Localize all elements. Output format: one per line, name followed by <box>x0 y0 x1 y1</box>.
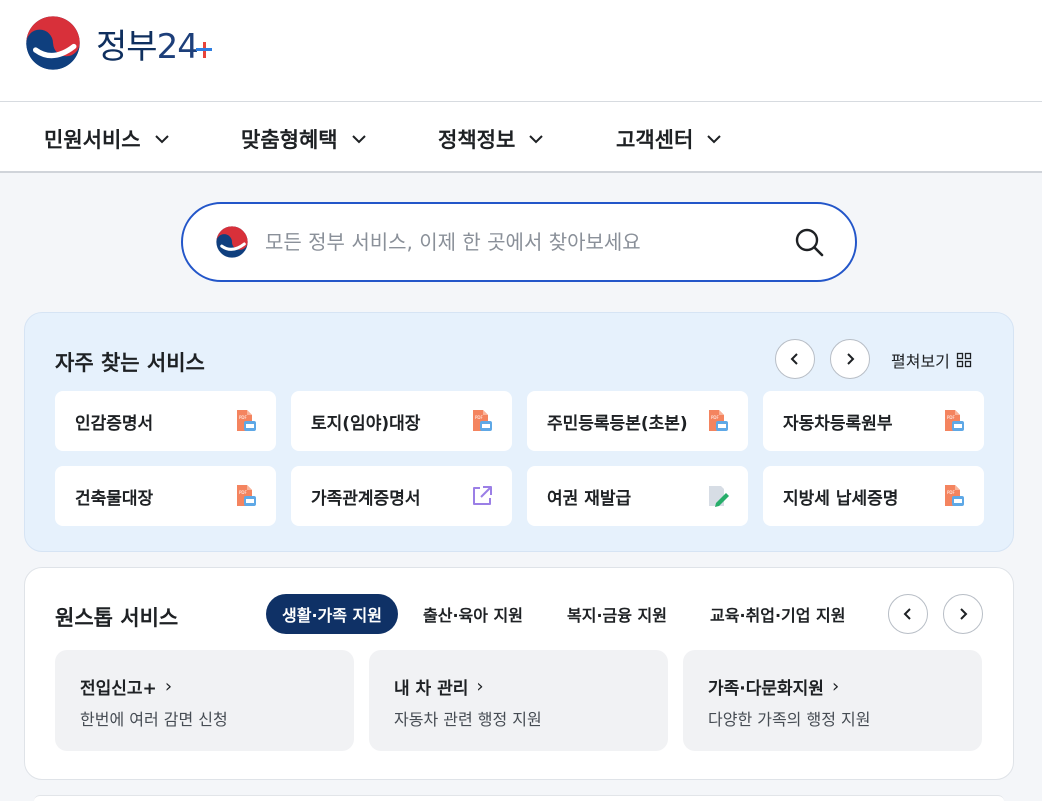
service-label: 인감증명서 <box>75 414 154 434</box>
service-item[interactable]: 가족관계증명서 <box>291 466 512 526</box>
section-title: 원스톱 서비스 <box>55 606 179 630</box>
chevron-down-icon <box>529 135 543 144</box>
gov24-logo[interactable]: 정부 24 <box>24 14 212 72</box>
site-header: 정부 24 <box>0 0 1042 102</box>
frequent-services-panel: 자주 찾는 서비스 펼쳐보기 인감증명서 PDF 토지(임야)대장 PDF 주민… <box>24 312 1014 552</box>
nav-label: 민원서비스 <box>44 128 141 152</box>
service-item[interactable]: 토지(임야)대장 PDF <box>291 391 512 451</box>
pdf-doc-icon: PDF <box>945 485 964 506</box>
next-section-edge <box>34 795 1004 801</box>
chevron-right-icon: › <box>831 676 840 697</box>
service-item[interactable]: 자동차등록원부 PDF <box>763 391 984 451</box>
chevron-right-icon: › <box>476 676 484 697</box>
service-label: 토지(임야)대장 <box>311 414 421 434</box>
external-link-icon <box>473 486 492 505</box>
tab-label: 복지·금융 지원 <box>567 606 667 625</box>
taegeuk-emblem-icon <box>26 16 80 70</box>
nav-label: 정책정보 <box>438 128 516 152</box>
service-item[interactable]: 지방세 납세증명 PDF <box>763 466 984 526</box>
card-title: 내 차 관리 <box>394 679 469 699</box>
tab-label: 교육·취업·기업 지원 <box>710 606 846 625</box>
chevron-down-icon <box>351 135 366 144</box>
chevron-right-icon <box>960 608 968 620</box>
edit-doc-icon <box>709 486 729 507</box>
tab-label: 출산·육아 지원 <box>423 606 523 625</box>
next-button[interactable] <box>943 594 983 634</box>
nav-label: 맞춤형혜택 <box>241 128 338 152</box>
service-item[interactable]: 주민등록등본(초본) PDF <box>527 391 748 451</box>
service-label: 자동차등록원부 <box>783 414 893 434</box>
service-item[interactable]: 인감증명서 PDF <box>55 391 276 451</box>
pdf-doc-icon: PDF <box>237 410 256 431</box>
chevron-right-icon: › <box>164 676 173 697</box>
svg-text:PDF: PDF <box>947 415 955 420</box>
chevron-left-icon <box>903 608 911 620</box>
search-input[interactable] <box>265 222 785 262</box>
pdf-doc-icon: PDF <box>237 485 256 506</box>
pdf-doc-icon: PDF <box>473 410 492 431</box>
main-navigation: 민원서비스 맞춤형혜택 정책정보 고객센터 <box>0 102 1042 173</box>
pdf-doc-icon: PDF <box>709 410 728 431</box>
expand-button[interactable]: 펼쳐보기 <box>891 348 972 372</box>
onestop-services-panel: 원스톱 서비스 생활·가족 지원 출산·육아 지원 복지·금융 지원 교육·취업… <box>24 567 1014 780</box>
svg-text:PDF: PDF <box>711 415 719 420</box>
card-description: 한번에 여러 감면 신청 <box>80 710 228 729</box>
svg-text:PDF: PDF <box>475 415 483 420</box>
tab-education-employment[interactable]: 교육·취업·기업 지원 <box>710 594 846 634</box>
service-label: 가족관계증명서 <box>311 489 421 509</box>
service-item[interactable]: 건축물대장 PDF <box>55 466 276 526</box>
search-bar <box>181 202 857 282</box>
tab-birth-childcare[interactable]: 출산·육아 지원 <box>423 594 523 634</box>
onestop-card[interactable]: 가족·다문화지원 › 다양한 가족의 행정 지원 <box>683 650 982 751</box>
card-title: 가족·다문화지원 <box>708 679 824 699</box>
nav-custom-benefits[interactable]: 맞춤형혜택 <box>241 124 368 154</box>
next-button[interactable] <box>830 339 870 379</box>
svg-text:PDF: PDF <box>239 415 247 420</box>
pdf-doc-icon: PDF <box>945 410 964 431</box>
svg-text:PDF: PDF <box>239 490 247 495</box>
card-description: 자동차 관련 행정 지원 <box>394 710 542 729</box>
tab-life-family[interactable]: 생활·가족 지원 <box>266 594 398 634</box>
chevron-left-icon <box>790 353 798 365</box>
nav-policy-info[interactable]: 정책정보 <box>438 124 545 154</box>
service-item[interactable]: 여권 재발급 <box>527 466 748 526</box>
logo-plus-icon <box>195 41 212 58</box>
search-icon[interactable] <box>793 226 827 260</box>
logo-number: 24 <box>156 26 199 67</box>
chevron-right-icon <box>847 353 855 365</box>
taegeuk-emblem-icon <box>216 226 248 258</box>
svg-text:PDF: PDF <box>947 490 955 495</box>
service-label: 주민등록등본(초본) <box>547 414 688 434</box>
logo-text: 정부 <box>96 26 158 67</box>
service-label: 건축물대장 <box>75 489 154 509</box>
service-label: 여권 재발급 <box>547 489 632 509</box>
grid-icon <box>956 352 972 368</box>
chevron-down-icon <box>154 135 169 144</box>
card-title: 전입신고+ <box>80 679 157 699</box>
chevron-down-icon <box>707 135 721 144</box>
prev-button[interactable] <box>775 339 815 379</box>
tab-welfare-finance[interactable]: 복지·금융 지원 <box>567 594 667 634</box>
service-label: 지방세 납세증명 <box>783 489 899 509</box>
section-title: 자주 찾는 서비스 <box>55 351 205 375</box>
onestop-card[interactable]: 전입신고+ › 한번에 여러 감면 신청 <box>55 650 354 751</box>
prev-button[interactable] <box>888 594 928 634</box>
nav-civil-services[interactable]: 민원서비스 <box>44 124 171 154</box>
nav-customer-center[interactable]: 고객센터 <box>616 124 723 154</box>
nav-label: 고객센터 <box>616 128 694 152</box>
card-description: 다양한 가족의 행정 지원 <box>708 710 871 729</box>
tab-label: 생활·가족 지원 <box>282 606 382 625</box>
expand-label: 펼쳐보기 <box>891 352 950 371</box>
onestop-card[interactable]: 내 차 관리 › 자동차 관련 행정 지원 <box>369 650 668 751</box>
